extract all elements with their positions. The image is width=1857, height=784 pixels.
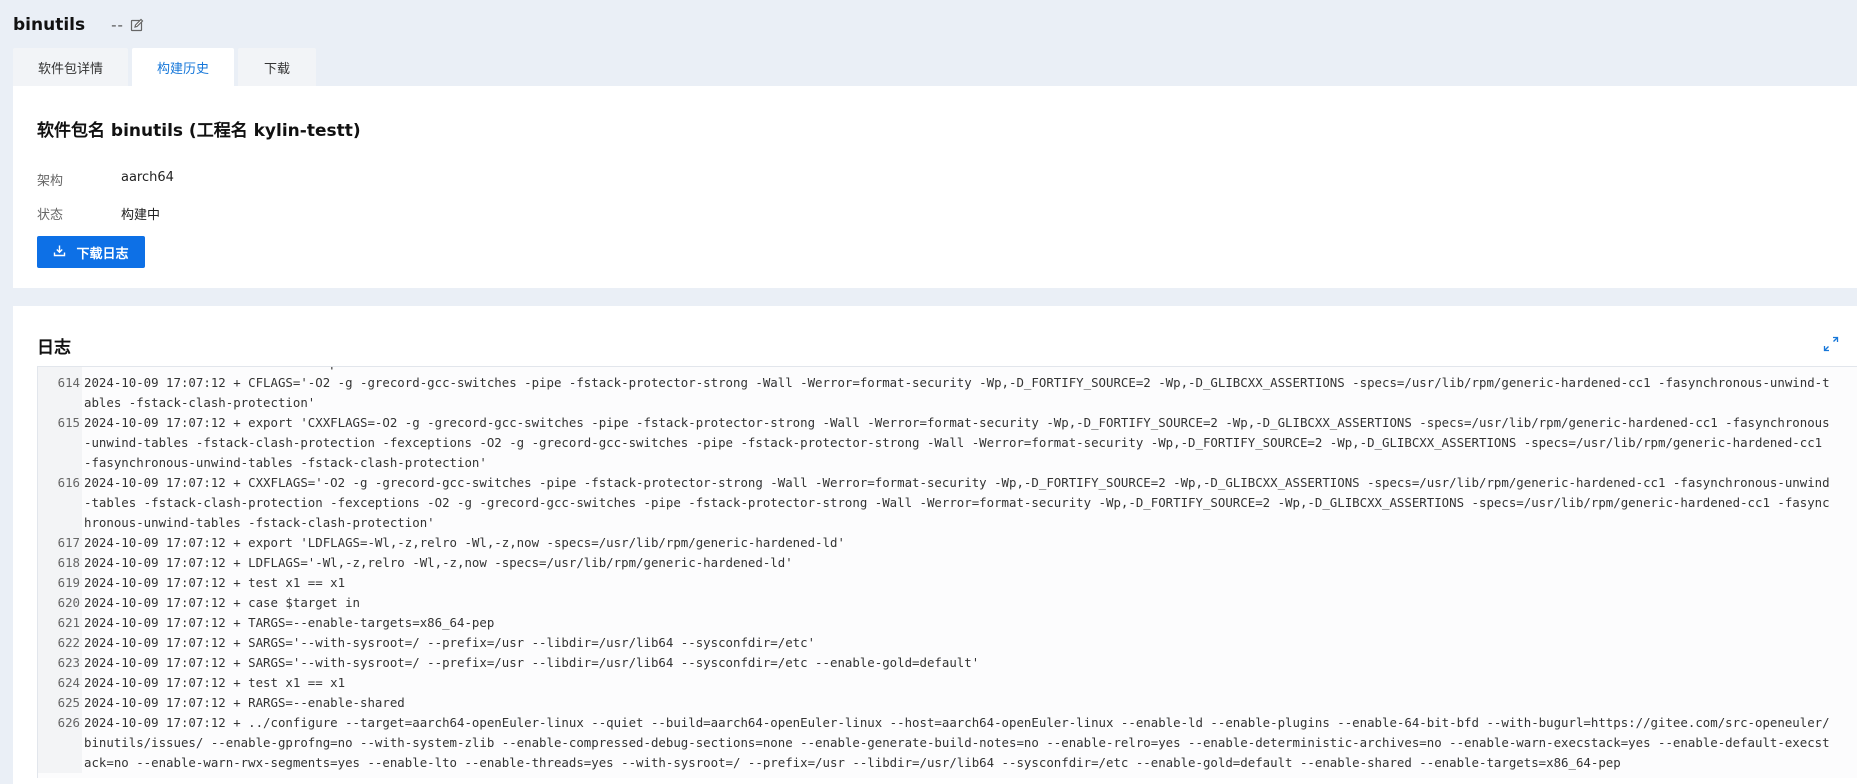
log-line-text: 2024-10-09 17:07:12 + TARGS=--enable-tar… (84, 615, 495, 630)
package-description: -- (111, 16, 124, 34)
log-lines: nous-unwind-tables -fstack-clash-protect… (38, 367, 1857, 773)
arch-field: 架构 aarch64 (37, 170, 174, 189)
log-line-number: 617 (38, 533, 82, 553)
log-card: 日志 nous-unwind-tables -fstack-clash-prot… (13, 306, 1857, 784)
log-line-text: 2024-10-09 17:07:12 + test x1 == x1 (84, 575, 346, 590)
page-header: binutils -- (0, 0, 1857, 50)
log-line-number: 623 (38, 653, 82, 673)
log-line: 616 2024-10-09 17:07:12 + CXXFLAGS='-O2 -… (38, 473, 1857, 533)
arch-label: 架构 (37, 174, 64, 189)
log-line: 623 2024-10-09 17:07:12 + SARGS='--with-s… (38, 653, 1857, 673)
log-line-number: 622 (38, 633, 82, 653)
tab-bar: 软件包详情 构建历史 下载 (13, 48, 316, 86)
log-line: 618 2024-10-09 17:07:12 + LDFLAGS='-Wl,-z… (38, 553, 1857, 573)
log-line-text: nous-unwind-tables -fstack-clash-protect… (82, 367, 1857, 373)
status-label: 状态 (37, 208, 64, 223)
log-line: 614 2024-10-09 17:07:12 + CFLAGS='-O2 -g … (38, 373, 1857, 413)
log-line-number: 614 (38, 373, 82, 413)
download-log-button[interactable]: 下载日志 (37, 236, 145, 268)
log-line-number: 625 (38, 693, 82, 713)
log-line-text: 2024-10-09 17:07:12 + SARGS='--with-sysr… (84, 635, 816, 650)
log-line: 621 2024-10-09 17:07:12 + TARGS=--enable-… (38, 613, 1857, 633)
log-title: 日志 (37, 338, 71, 358)
log-line-text: 2024-10-09 17:07:12 + CFLAGS='-O2 -g -gr… (84, 375, 1830, 410)
log-line-number: 618 (38, 553, 82, 573)
info-title: 软件包名 binutils (工程名 kylin-testt) (37, 121, 361, 141)
download-icon (53, 244, 66, 261)
status-value: 构建中 (121, 208, 161, 223)
edit-icon[interactable] (130, 18, 144, 32)
fullscreen-icon[interactable] (1823, 336, 1839, 356)
log-line-text: 2024-10-09 17:07:12 + CXXFLAGS='-O2 -g -… (84, 475, 1830, 530)
log-line-text: 2024-10-09 17:07:12 + test x1 == x1 (84, 675, 346, 690)
log-line: 619 2024-10-09 17:07:12 + test x1 == x1 (38, 573, 1857, 593)
arch-value: aarch64 (121, 170, 174, 185)
log-line-number: 616 (38, 473, 82, 533)
log-line: 625 2024-10-09 17:07:12 + RARGS=--enable-… (38, 693, 1857, 713)
log-line-number: 626 (38, 713, 82, 773)
log-line-text: 2024-10-09 17:07:12 + export 'CXXFLAGS=-… (84, 415, 1830, 470)
tab-package-details[interactable]: 软件包详情 (13, 48, 128, 86)
log-line-number: 620 (38, 593, 82, 613)
log-line: 626 2024-10-09 17:07:12 + ../configure --… (38, 713, 1857, 773)
log-viewer[interactable]: nous-unwind-tables -fstack-clash-protect… (37, 366, 1857, 778)
log-line-text: 2024-10-09 17:07:12 + LDFLAGS='-Wl,-z,re… (84, 555, 793, 570)
log-line: nous-unwind-tables -fstack-clash-protect… (38, 367, 1857, 373)
log-line: 620 2024-10-09 17:07:12 + case $target in (38, 593, 1857, 613)
log-line-text: 2024-10-09 17:07:12 + export 'LDFLAGS=-W… (84, 535, 845, 550)
package-title: binutils (13, 15, 86, 35)
log-line-text: 2024-10-09 17:07:12 + ../configure --tar… (84, 715, 1830, 770)
log-line-number (38, 367, 82, 373)
log-line-number: 615 (38, 413, 82, 473)
log-line-text: 2024-10-09 17:07:12 + SARGS='--with-sysr… (84, 655, 980, 670)
download-log-label: 下载日志 (76, 246, 129, 262)
status-field: 状态 构建中 (37, 204, 160, 223)
package-info-card: 软件包名 binutils (工程名 kylin-testt) 架构 aarch… (13, 86, 1857, 288)
log-line-number: 624 (38, 673, 82, 693)
log-line-number: 621 (38, 613, 82, 633)
log-line: 617 2024-10-09 17:07:12 + export 'LDFLAGS… (38, 533, 1857, 553)
log-line-text: 2024-10-09 17:07:12 + case $target in (84, 595, 361, 610)
tab-download[interactable]: 下载 (238, 48, 316, 86)
tab-build-history[interactable]: 构建历史 (132, 48, 234, 86)
log-line: 615 2024-10-09 17:07:12 + export 'CXXFLAG… (38, 413, 1857, 473)
log-line-number: 619 (38, 573, 82, 593)
log-line: 624 2024-10-09 17:07:12 + test x1 == x1 (38, 673, 1857, 693)
log-line: 622 2024-10-09 17:07:12 + SARGS='--with-s… (38, 633, 1857, 653)
log-line-text: 2024-10-09 17:07:12 + RARGS=--enable-sha… (84, 695, 405, 710)
